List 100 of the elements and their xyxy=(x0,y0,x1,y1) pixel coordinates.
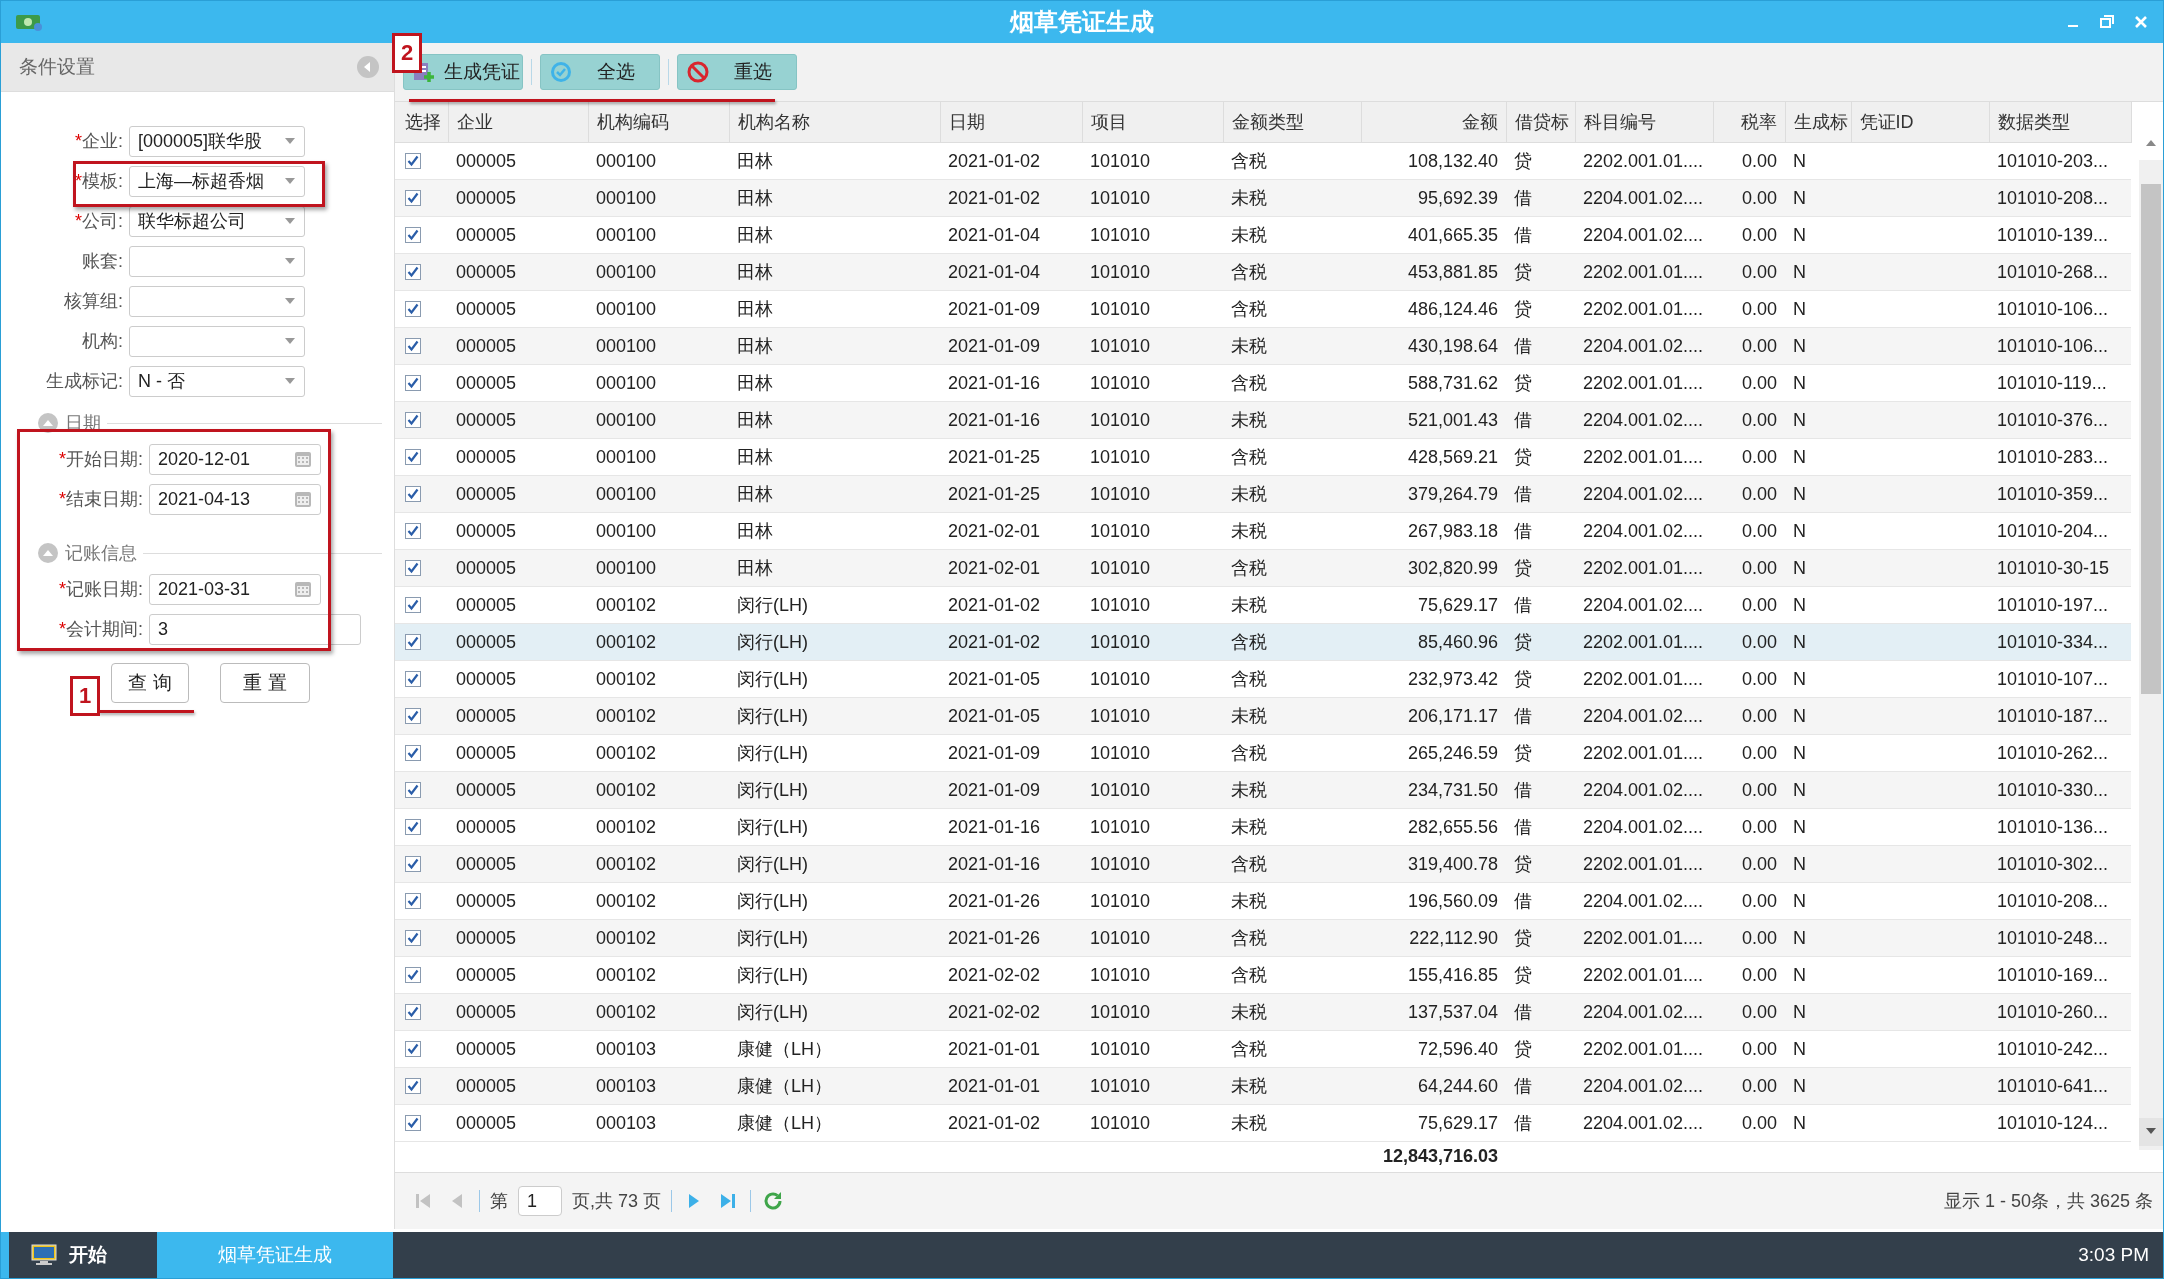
table-cell: 2202.001.01.... xyxy=(1575,734,1713,772)
table-row[interactable]: 000005 000100 田林 2021-01-16 101010 含税 588,731.62 贷 2202.001.01.... 0.00 N 101010-119... xyxy=(395,364,2131,402)
dropdown[interactable]: N - 否 xyxy=(129,365,305,397)
checkbox[interactable] xyxy=(405,782,421,798)
checkbox[interactable] xyxy=(405,486,421,502)
checkbox[interactable] xyxy=(405,560,421,576)
column-header[interactable]: 生成标 xyxy=(1785,102,1851,143)
table-row[interactable]: 000005 000102 闵行(LH) 2021-01-02 101010 含税 85,460.96 贷 2202.001.01.... 0.00 N 101010-334... xyxy=(395,623,2131,661)
table-row[interactable]: 000005 000100 田林 2021-01-02 101010 含税 108,132.40 贷 2202.001.01.... 0.00 N 101010-203... xyxy=(395,142,2131,180)
checkbox[interactable] xyxy=(405,893,421,909)
checkbox[interactable] xyxy=(405,1115,421,1131)
panel-title: 条件设置 xyxy=(19,55,95,79)
checkbox[interactable] xyxy=(405,227,421,243)
column-header[interactable]: 金额类型 xyxy=(1223,102,1361,143)
checkbox[interactable] xyxy=(405,338,421,354)
table-cell: 101010-136... xyxy=(1989,808,2131,846)
table-cell: 101010 xyxy=(1082,771,1223,809)
table-cell: 101010-208... xyxy=(1989,179,2131,217)
checkbox[interactable] xyxy=(405,375,421,391)
checkbox[interactable] xyxy=(405,412,421,428)
table-cell: 101010 xyxy=(1082,623,1223,661)
checkbox[interactable] xyxy=(405,634,421,650)
column-header[interactable]: 借贷标 xyxy=(1506,102,1575,143)
checkbox[interactable] xyxy=(405,597,421,613)
column-header[interactable]: 金额 xyxy=(1361,102,1506,143)
select-all-button[interactable]: 全选 xyxy=(540,54,660,90)
dropdown[interactable]: 上海—标超香烟 xyxy=(129,165,305,197)
table-cell: 000102 xyxy=(588,845,729,883)
check-circle-icon xyxy=(549,60,573,84)
checkbox[interactable] xyxy=(405,745,421,761)
date-field[interactable]: 2021-03-31 xyxy=(149,573,321,605)
table-cell: 含税 xyxy=(1223,142,1361,180)
table-cell: 康健（LH） xyxy=(729,1104,940,1142)
table-row[interactable]: 000005 000102 闵行(LH) 2021-01-09 101010 含税 265,246.59 贷 2202.001.01.... 0.00 N 101010-262... xyxy=(395,734,2131,772)
table-row[interactable]: 000005 000100 田林 2021-01-04 101010 含税 453,881.85 贷 2202.001.01.... 0.00 N 101010-268... xyxy=(395,253,2131,291)
table-cell: 302,820.99 xyxy=(1361,549,1506,587)
column-header[interactable]: 凭证ID xyxy=(1851,102,1989,143)
checkbox[interactable] xyxy=(405,1078,421,1094)
table-row[interactable]: 000005 000102 闵行(LH) 2021-01-26 101010 未税 196,560.09 借 2204.001.02.... 0.00 N 101010-208... xyxy=(395,882,2131,920)
column-header[interactable]: 税率 xyxy=(1713,102,1785,143)
table-row[interactable]: 000005 000102 闵行(LH) 2021-01-09 101010 未税 234,731.50 借 2204.001.02.... 0.00 N 101010-330... xyxy=(395,771,2131,809)
reselect-button[interactable]: 重选 xyxy=(677,54,797,90)
dropdown[interactable]: 联华标超公司 xyxy=(129,205,305,237)
checkbox[interactable] xyxy=(405,856,421,872)
table-cell: 0.00 xyxy=(1713,771,1785,809)
checkbox[interactable] xyxy=(405,449,421,465)
column-header[interactable]: 日期 xyxy=(940,102,1082,143)
checkbox[interactable] xyxy=(405,671,421,687)
checkbox[interactable] xyxy=(405,1004,421,1020)
table-row[interactable]: 000005 000102 闵行(LH) 2021-02-02 101010 含税 155,416.85 贷 2202.001.01.... 0.00 N 101010-169... xyxy=(395,956,2131,994)
checkbox[interactable] xyxy=(405,708,421,724)
checkbox[interactable] xyxy=(405,967,421,983)
table-row[interactable]: 000005 000102 闵行(LH) 2021-01-02 101010 未税 75,629.17 借 2204.001.02.... 0.00 N 101010-197... xyxy=(395,586,2131,624)
checkbox[interactable] xyxy=(405,301,421,317)
date-field[interactable]: 2020-12-01 xyxy=(149,443,321,475)
table-row[interactable]: 000005 000102 闵行(LH) 2021-01-16 101010 未税 282,655.56 借 2204.001.02.... 0.00 N 101010-136... xyxy=(395,808,2131,846)
column-header[interactable]: 科目编号 xyxy=(1575,102,1713,143)
date-field[interactable]: 2021-04-13 xyxy=(149,483,321,515)
column-header[interactable]: 机构名称 xyxy=(729,102,940,143)
checkbox[interactable] xyxy=(405,819,421,835)
table-row[interactable]: 000005 000100 田林 2021-01-25 101010 含税 428,569.21 贷 2202.001.01.... 0.00 N 101010-283... xyxy=(395,438,2131,476)
dropdown[interactable]: [000005]联华股 xyxy=(129,125,305,157)
input-field[interactable]: 3 xyxy=(149,613,361,645)
table-row[interactable]: 000005 000100 田林 2021-02-01 101010 未税 267,983.18 借 2204.001.02.... 0.00 N 101010-204... xyxy=(395,512,2131,550)
start-button[interactable]: 开始 xyxy=(1,1232,151,1278)
query-button[interactable]: 查 询 xyxy=(111,663,189,703)
table-row[interactable]: 000005 000103 康健（LH） 2021-01-02 101010 未税 75,629.17 借 2204.001.02.... 0.00 N 101010-124... xyxy=(395,1104,2131,1142)
table-row[interactable]: 000005 000100 田林 2021-01-04 101010 未税 401,665.35 借 2204.001.02.... 0.00 N 101010-139... xyxy=(395,216,2131,254)
column-header[interactable]: 机构编码 xyxy=(588,102,729,143)
reset-button[interactable]: 重 置 xyxy=(220,663,310,703)
table-row[interactable]: 000005 000100 田林 2021-01-09 101010 含税 486,124.46 贷 2202.001.01.... 0.00 N 101010-106... xyxy=(395,290,2131,328)
column-header[interactable]: 项目 xyxy=(1082,102,1223,143)
table-row[interactable]: 000005 000100 田林 2021-01-25 101010 未税 379,264.79 借 2204.001.02.... 0.00 N 101010-359... xyxy=(395,475,2131,513)
checkbox[interactable] xyxy=(405,523,421,539)
table-row[interactable]: 000005 000100 田林 2021-01-16 101010 未税 521,001.43 借 2204.001.02.... 0.00 N 101010-376... xyxy=(395,401,2131,439)
table-cell: 101010-30-15 xyxy=(1989,549,2131,587)
table-row[interactable]: 000005 000100 田林 2021-01-02 101010 未税 95,692.39 借 2204.001.02.... 0.00 N 101010-208... xyxy=(395,179,2131,217)
table-row[interactable]: 000005 000102 闵行(LH) 2021-01-05 101010 未税 206,171.17 借 2204.001.02.... 0.00 N 101010-187... xyxy=(395,697,2131,735)
table-cell: 贷 xyxy=(1506,364,1575,402)
table-row[interactable]: 000005 000102 闵行(LH) 2021-01-26 101010 含税 222,112.90 贷 2202.001.01.... 0.00 N 101010-248... xyxy=(395,919,2131,957)
table-row[interactable]: 000005 000103 康健（LH） 2021-01-01 101010 未税 64,244.60 借 2204.001.02.... 0.00 N 101010-641... xyxy=(395,1067,2131,1105)
table-row[interactable]: 000005 000102 闵行(LH) 2021-01-16 101010 含税 319,400.78 贷 2202.001.01.... 0.00 N 101010-302... xyxy=(395,845,2131,883)
table-cell: 000005 xyxy=(448,438,588,476)
table-row[interactable]: 000005 000100 田林 2021-01-09 101010 未税 430,198.64 借 2204.001.02.... 0.00 N 101010-106... xyxy=(395,327,2131,365)
table-cell: 借 xyxy=(1506,179,1575,217)
table-cell: 贷 xyxy=(1506,1030,1575,1068)
table-row[interactable]: 000005 000102 闵行(LH) 2021-01-05 101010 含税 232,973.42 贷 2202.001.01.... 0.00 N 101010-107... xyxy=(395,660,2131,698)
table-row[interactable]: 000005 000103 康健（LH） 2021-01-01 101010 含税 72,596.40 贷 2202.001.01.... 0.00 N 101010-242... xyxy=(395,1030,2131,1068)
checkbox[interactable] xyxy=(405,1041,421,1057)
checkbox[interactable] xyxy=(405,153,421,169)
checkbox[interactable] xyxy=(405,190,421,206)
checkbox[interactable] xyxy=(405,930,421,946)
checkbox[interactable] xyxy=(405,264,421,280)
column-header[interactable]: 数据类型 xyxy=(1989,102,2131,143)
page-input[interactable]: 1 xyxy=(518,1186,562,1216)
table-row[interactable]: 000005 000100 田林 2021-02-01 101010 含税 302,820.99 贷 2202.001.01.... 0.00 N 101010-30-15 xyxy=(395,549,2131,587)
table-row[interactable]: 000005 000102 闵行(LH) 2021-02-02 101010 未税 137,537.04 借 2204.001.02.... 0.00 N 101010-260... xyxy=(395,993,2131,1031)
table-cell: 000102 xyxy=(588,808,729,846)
column-header[interactable]: 企业 xyxy=(448,102,588,143)
column-header[interactable]: 选择 xyxy=(395,102,448,143)
